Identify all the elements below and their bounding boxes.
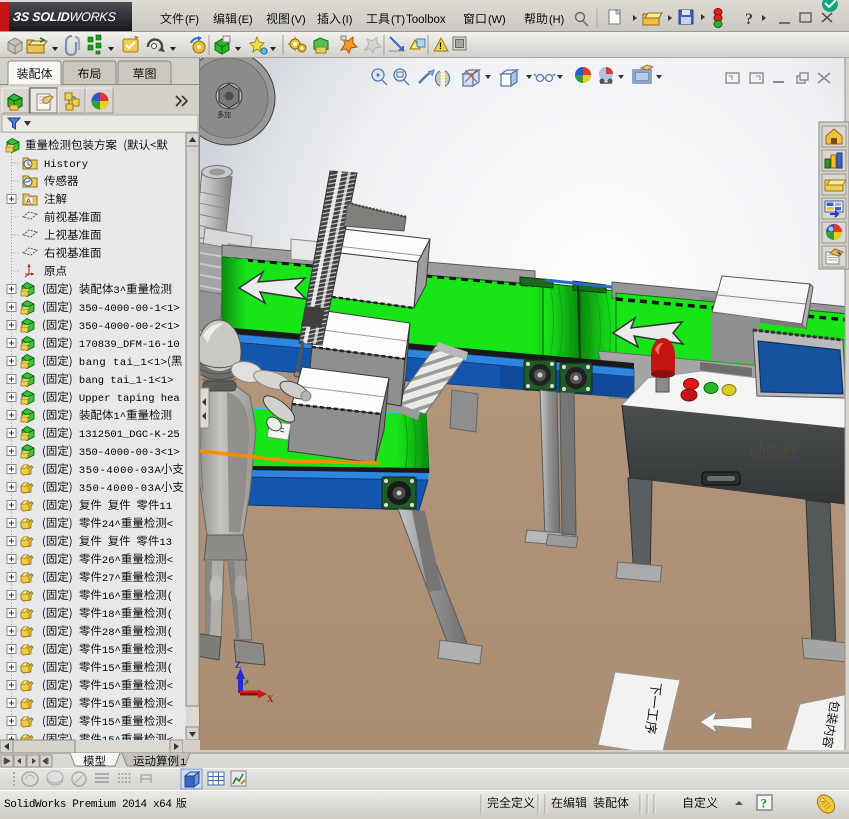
svg-text:(I): (I) [342, 14, 352, 26]
svg-text:(E): (E) [238, 14, 253, 26]
svg-text:13: 13 [159, 537, 172, 549]
svg-text:15^: 15^ [102, 663, 121, 675]
svg-text:(: ( [167, 609, 173, 621]
svg-text:24^: 24^ [102, 519, 121, 531]
svg-text:1312501_DGC-K-25: 1312501_DGC-K-25 [79, 429, 180, 441]
svg-text:18^: 18^ [102, 609, 121, 621]
svg-text:bang tai_1<1>: bang tai_1<1> [79, 357, 167, 369]
svg-text:1: 1 [180, 757, 186, 769]
svg-text:?: ? [745, 11, 753, 28]
svg-text:Upper taping hea: Upper taping hea [79, 393, 180, 405]
svg-text:27^: 27^ [102, 573, 121, 585]
svg-text:!: ! [439, 41, 442, 51]
svg-text:350-4000-00-2<1>: 350-4000-00-2<1> [79, 321, 180, 333]
svg-text:bang tai_1-1<1>: bang tai_1-1<1> [79, 375, 173, 387]
svg-text:(: ( [167, 663, 173, 675]
svg-text:350-4000-03A: 350-4000-03A [79, 465, 162, 477]
svg-text:11: 11 [159, 501, 172, 513]
svg-text:3^: 3^ [113, 285, 126, 297]
svg-text:28^: 28^ [102, 627, 121, 639]
svg-text:350-4000-00-3<1>: 350-4000-00-3<1> [79, 447, 180, 459]
svg-text:170839_DFM-16-10: 170839_DFM-16-10 [79, 339, 180, 351]
svg-text:1^: 1^ [113, 411, 126, 423]
svg-text:(T): (T) [391, 14, 405, 26]
svg-text:350-4000-03A: 350-4000-03A [79, 483, 162, 495]
svg-text:(V): (V) [291, 14, 306, 26]
svg-text:<: < [167, 519, 173, 531]
svg-text:(: ( [167, 627, 173, 639]
svg-text:History: History [44, 159, 88, 171]
svg-text:<: < [167, 645, 173, 657]
svg-text:15^: 15^ [102, 681, 121, 693]
svg-text:(W): (W) [488, 14, 506, 26]
svg-text:(: ( [167, 591, 173, 603]
svg-text:<: < [167, 717, 173, 729]
svg-text:15^: 15^ [102, 645, 121, 657]
svg-text:Toolbox: Toolbox [406, 14, 446, 26]
svg-text:15^: 15^ [102, 717, 121, 729]
svg-text:16^: 16^ [102, 591, 121, 603]
svg-text:15^: 15^ [102, 699, 121, 711]
svg-text:<: < [167, 573, 173, 585]
svg-text:(F): (F) [185, 14, 199, 26]
svg-text:<: < [167, 681, 173, 693]
svg-text:<: < [167, 555, 173, 567]
svg-text:(H): (H) [549, 14, 564, 26]
svg-text:<: < [167, 699, 173, 711]
svg-text:350-4000-00-1<1>: 350-4000-00-1<1> [79, 303, 180, 315]
svg-text:?: ? [761, 796, 768, 811]
svg-text:26^: 26^ [102, 555, 121, 567]
svg-text:SolidWorks Premium 2014 x64: SolidWorks Premium 2014 x64 [4, 799, 172, 811]
